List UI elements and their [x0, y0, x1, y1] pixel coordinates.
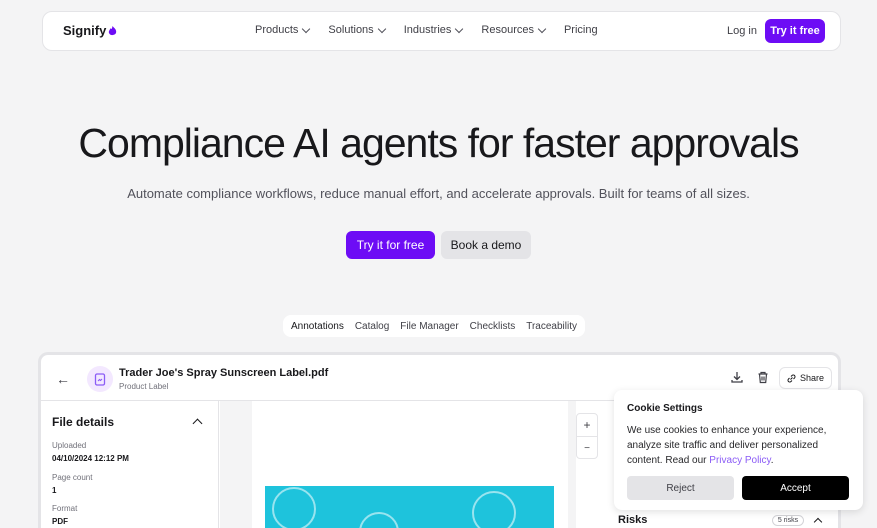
label-graphic: [472, 491, 516, 528]
file-details-panel: File details Uploaded 04/10/2024 12:12 P…: [41, 401, 219, 528]
feature-tabs: Annotations Catalog File Manager Checkli…: [283, 315, 585, 337]
share-label: Share: [799, 373, 825, 383]
page-count-label: Page count: [52, 473, 93, 482]
login-link[interactable]: Log in: [727, 25, 757, 37]
tab-traceability[interactable]: Traceability: [526, 321, 577, 332]
cookie-title: Cookie Settings: [627, 403, 703, 414]
cookie-text: We use cookies to enhance your experienc…: [627, 423, 852, 468]
chevron-down-icon: [537, 24, 547, 33]
nav-products-label: Products: [255, 24, 299, 36]
brand-name: Signify: [63, 23, 107, 38]
main-menu: Products Solutions Industries Resources …: [255, 24, 598, 36]
file-details-title: File details: [52, 415, 115, 429]
chevron-down-icon: [377, 24, 386, 33]
tab-annotations[interactable]: Annotations: [291, 321, 344, 332]
nav-industries-label: Industries: [403, 24, 452, 36]
label-graphic: [272, 487, 316, 528]
zoom-in-button[interactable]: +: [577, 414, 597, 436]
page-count-value: 1: [52, 486, 57, 495]
tab-catalog[interactable]: Catalog: [355, 321, 389, 332]
nav-industries[interactable]: Industries: [403, 24, 464, 36]
sunscreen-label-image: [265, 486, 554, 528]
nav-pricing[interactable]: Pricing: [564, 24, 598, 36]
download-icon[interactable]: [730, 370, 744, 384]
top-nav: Signify Products Solutions Industries Re…: [42, 11, 841, 51]
file-name: Trader Joe's Spray Sunscreen Label.pdf: [119, 367, 329, 379]
file-icon: [87, 366, 113, 392]
label-graphic: [359, 512, 399, 528]
cookie-period: .: [770, 455, 774, 466]
chevron-down-icon: [455, 24, 464, 33]
format-label: Format: [52, 504, 78, 513]
zoom-out-button[interactable]: −: [577, 437, 597, 459]
tab-checklists[interactable]: Checklists: [470, 321, 516, 332]
uploaded-label: Uploaded: [52, 441, 87, 450]
hero-subtitle: Automate compliance workflows, reduce ma…: [127, 186, 750, 201]
share-button[interactable]: Share: [779, 367, 832, 389]
privacy-policy-link[interactable]: Privacy Policy: [709, 455, 771, 466]
nav-solutions[interactable]: Solutions: [328, 24, 386, 36]
try-free-nav-button[interactable]: Try it free: [765, 19, 825, 43]
accept-cookies-button[interactable]: Accept: [742, 476, 849, 500]
hero-title: Compliance AI agents for faster approval…: [78, 120, 799, 166]
zoom-controls: + −: [576, 413, 598, 459]
book-demo-button[interactable]: Book a demo: [441, 231, 531, 259]
nav-resources-label: Resources: [481, 24, 534, 36]
try-free-button[interactable]: Try it for free: [346, 231, 435, 259]
file-type: Product Label: [119, 382, 169, 391]
chevron-up-icon[interactable]: [192, 418, 203, 429]
reject-cookies-button[interactable]: Reject: [627, 476, 734, 500]
link-icon: [787, 374, 796, 382]
nav-resources[interactable]: Resources: [481, 24, 547, 36]
logo-flame-icon: [109, 25, 117, 35]
cookie-banner: Cookie Settings We use cookies to enhanc…: [614, 390, 863, 510]
uploaded-value: 04/10/2024 12:12 PM: [52, 454, 129, 463]
format-value: PDF: [52, 517, 68, 526]
nav-products[interactable]: Products: [255, 24, 311, 36]
chevron-down-icon: [302, 24, 311, 33]
nav-pricing-label: Pricing: [563, 24, 598, 36]
risks-count-badge: 5 risks: [772, 515, 804, 526]
brand-logo[interactable]: Signify: [63, 23, 117, 38]
back-arrow-icon[interactable]: ←: [56, 371, 70, 387]
tab-file-manager[interactable]: File Manager: [400, 321, 458, 332]
nav-solutions-label: Solutions: [328, 24, 374, 36]
trash-icon[interactable]: [756, 370, 770, 384]
risks-title: Risks: [618, 514, 648, 526]
